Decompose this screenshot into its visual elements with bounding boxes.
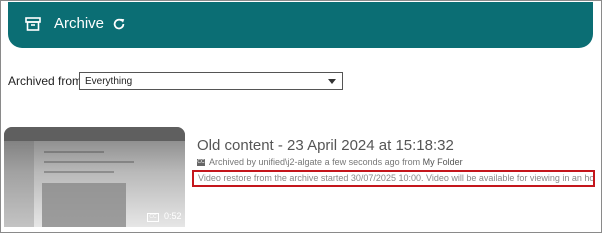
- video-thumbnail[interactable]: CC 0:52: [4, 127, 185, 227]
- video-duration: 0:52: [164, 211, 182, 221]
- restore-notice: Video restore from the archive started 3…: [192, 170, 595, 187]
- archive-header: Archive: [8, 2, 593, 48]
- archive-meta: CC Archived by unified\j2-algate a few se…: [197, 157, 463, 167]
- thumbnail-topbar: [4, 127, 185, 141]
- archived-from-value: Everything: [85, 76, 133, 87]
- archive-box-icon: [25, 17, 41, 31]
- video-title[interactable]: Old content - 23 April 2024 at 15:18:32: [197, 137, 454, 154]
- closed-captions-icon: CC: [147, 213, 159, 222]
- thumbnail-line: [44, 171, 114, 173]
- thumbnail-panel: [42, 183, 126, 227]
- folder-link[interactable]: My Folder: [423, 157, 463, 167]
- thumbnail-sidebar: [4, 141, 34, 227]
- thumbnail-line: [44, 151, 104, 153]
- page-title: Archive: [54, 15, 105, 32]
- restore-notice-text: Video restore from the archive started 3…: [198, 173, 595, 183]
- archived-from-select[interactable]: Everything: [79, 72, 343, 90]
- archived-from-label: Archived from: [8, 74, 83, 88]
- closed-captions-icon: CC: [197, 159, 205, 167]
- chevron-down-icon: [328, 79, 336, 84]
- thumbnail-line: [44, 161, 134, 163]
- archive-meta-text: Archived by unified\j2-algate a few seco…: [209, 157, 421, 167]
- refresh-icon[interactable]: [112, 17, 126, 31]
